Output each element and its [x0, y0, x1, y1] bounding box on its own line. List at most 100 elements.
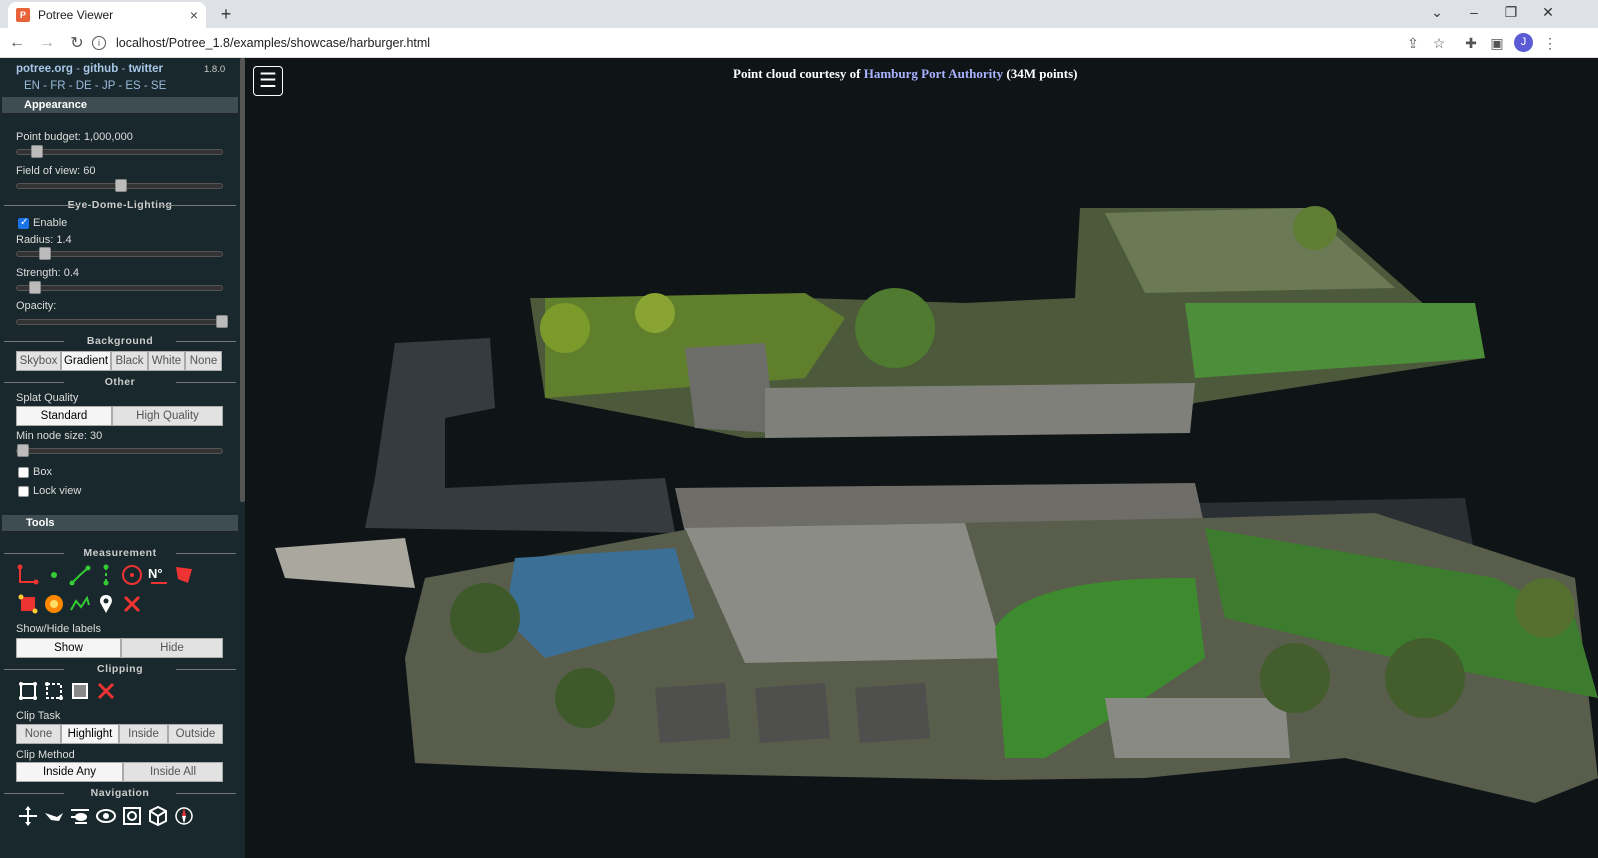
clip-task-inside-button[interactable]: Inside: [119, 724, 168, 744]
area-measure-icon[interactable]: [172, 563, 196, 587]
attribution-prefix: Point cloud courtesy of: [733, 66, 864, 81]
clip-task-outside-button[interactable]: Outside: [168, 724, 223, 744]
point-measure-icon[interactable]: [42, 563, 66, 587]
potree-sidebar: potree.org - github - twitter 1.8.0 EN -…: [0, 58, 245, 858]
background-white-button[interactable]: White: [148, 351, 185, 371]
checkbox-icon[interactable]: [18, 466, 29, 478]
height-measure-icon[interactable]: [94, 563, 118, 587]
circle-measure-icon[interactable]: [120, 563, 144, 587]
navigation-cube-icon[interactable]: [146, 804, 170, 828]
slider-handle[interactable]: [115, 179, 127, 192]
splat-high-quality-button[interactable]: High Quality: [112, 406, 223, 426]
splat-quality-group: Standard High Quality: [16, 406, 223, 426]
twitter-link[interactable]: twitter: [128, 63, 163, 75]
angle-measure-icon[interactable]: [16, 563, 40, 587]
clipping-section-title: Clipping: [0, 663, 240, 675]
point-budget-slider[interactable]: [16, 145, 223, 158]
navigation-section-title: Navigation: [0, 787, 240, 799]
clip-task-none-button[interactable]: None: [16, 724, 61, 744]
checkbox-checked-icon[interactable]: [18, 217, 29, 229]
splat-standard-button[interactable]: Standard: [16, 406, 112, 426]
side-panel-icon[interactable]: ▣: [1487, 35, 1507, 52]
slider-handle[interactable]: [31, 145, 43, 158]
restore-button[interactable]: ❐: [1496, 4, 1526, 21]
forward-arrow-icon[interactable]: →: [34, 34, 60, 52]
extensions-puzzle-icon[interactable]: ✚: [1461, 35, 1481, 52]
background-gradient-button[interactable]: Gradient: [61, 351, 111, 371]
background-skybox-button[interactable]: Skybox: [16, 351, 61, 371]
slider-handle[interactable]: [216, 315, 228, 328]
distance-measure-icon[interactable]: [68, 563, 92, 587]
minimize-button[interactable]: –: [1459, 4, 1489, 20]
volume-measure-icon[interactable]: [16, 592, 40, 616]
strength-slider[interactable]: [16, 281, 223, 294]
compass-icon[interactable]: [172, 804, 196, 828]
project-links: potree.org - github - twitter: [16, 63, 163, 75]
clip-task-highlight-button[interactable]: Highlight: [61, 724, 119, 744]
sidebar-toggle-menu-icon[interactable]: ☰: [253, 66, 283, 96]
tab-close-icon[interactable]: ×: [190, 7, 198, 23]
window-close-button[interactable]: ✕: [1533, 4, 1563, 21]
earth-controls-icon[interactable]: [16, 804, 40, 828]
point-cloud-render[interactable]: [245, 58, 1598, 858]
back-arrow-icon[interactable]: ←: [4, 34, 30, 52]
bookmark-star-icon[interactable]: ☆: [1429, 35, 1449, 52]
point-budget-label: Point budget: 1,000,000: [16, 131, 133, 143]
clip-polygon-icon[interactable]: [42, 679, 66, 703]
clip-screen-box-icon[interactable]: [68, 679, 92, 703]
show-labels-button[interactable]: Show: [16, 638, 121, 658]
background-none-button[interactable]: None: [185, 351, 222, 371]
profile-avatar[interactable]: J: [1514, 33, 1533, 52]
appearance-accordion-header[interactable]: Appearance: [2, 97, 238, 114]
focus-full-extent-icon[interactable]: [120, 804, 144, 828]
language-links[interactable]: EN - FR - DE - JP - ES - SE: [24, 80, 166, 92]
edl-enable-checkbox[interactable]: Enable: [18, 217, 67, 229]
slider-handle[interactable]: [17, 444, 29, 457]
profile-measure-icon[interactable]: [68, 592, 92, 616]
hamburg-port-authority-link[interactable]: Hamburg Port Authority: [864, 66, 1003, 81]
clip-inside-all-button[interactable]: Inside All: [123, 762, 223, 782]
remove-measurements-icon[interactable]: [120, 592, 144, 616]
share-icon[interactable]: ⇪: [1403, 35, 1423, 52]
potree-org-link[interactable]: potree.org: [16, 63, 73, 75]
clip-inside-any-button[interactable]: Inside Any: [16, 762, 123, 782]
site-info-icon[interactable]: i: [92, 36, 106, 50]
fov-slider[interactable]: [16, 179, 223, 192]
box-label: Box: [33, 466, 52, 478]
remove-clipping-icon[interactable]: [94, 679, 118, 703]
version-label: 1.8.0: [204, 64, 226, 75]
opacity-label: Opacity:: [16, 300, 57, 312]
github-link[interactable]: github: [83, 63, 118, 75]
helicopter-controls-icon[interactable]: [68, 804, 92, 828]
point-cloud-viewport[interactable]: ☰ Point cloud courtesy of Hamburg Port A…: [245, 58, 1598, 858]
hide-labels-button[interactable]: Hide: [121, 638, 223, 658]
clip-volume-icon[interactable]: [16, 679, 40, 703]
background-black-button[interactable]: Black: [111, 351, 148, 371]
attribution-suffix: (34M points): [1003, 66, 1078, 81]
radius-label: Radius: 1.4: [16, 234, 72, 246]
fov-label: Field of view: 60: [16, 165, 96, 177]
address-bar[interactable]: i localhost/Potree_1.8/examples/showcase…: [92, 32, 1392, 54]
min-node-size-slider[interactable]: [16, 444, 223, 457]
browser-menu-icon[interactable]: ⋮: [1540, 35, 1560, 52]
orbit-controls-icon[interactable]: [94, 804, 118, 828]
azimuth-measure-icon[interactable]: N°: [146, 563, 170, 587]
opacity-slider[interactable]: [16, 315, 228, 328]
radius-slider[interactable]: [16, 247, 223, 260]
tab-search-icon[interactable]: ⌄: [1422, 4, 1452, 21]
tools-accordion-header[interactable]: Tools: [2, 515, 238, 532]
fly-controls-icon[interactable]: [42, 804, 66, 828]
new-tab-button[interactable]: +: [214, 4, 238, 26]
box-checkbox[interactable]: Box: [18, 466, 52, 478]
slider-handle[interactable]: [29, 281, 41, 294]
edl-section-title: Eye-Dome-Lighting: [0, 199, 240, 211]
checkbox-icon[interactable]: [18, 485, 29, 497]
reload-icon[interactable]: ↻: [64, 33, 90, 53]
annotation-pin-icon[interactable]: [94, 592, 118, 616]
sphere-volume-icon[interactable]: [42, 592, 66, 616]
slider-handle[interactable]: [39, 247, 51, 260]
measurement-tools-row2: [16, 592, 144, 616]
other-section-title: Other: [0, 376, 240, 388]
browser-tab[interactable]: P Potree Viewer ×: [8, 2, 206, 28]
lock-view-checkbox[interactable]: Lock view: [18, 485, 81, 497]
